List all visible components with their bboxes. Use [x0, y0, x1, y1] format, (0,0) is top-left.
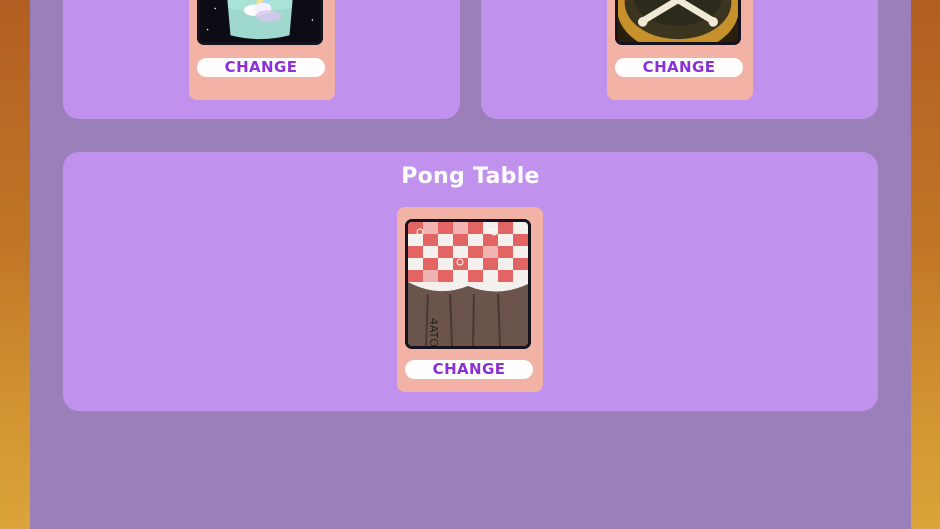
change-button[interactable]: CHANGE: [615, 58, 743, 77]
svg-text:4ATO: 4ATO: [427, 318, 440, 346]
change-button[interactable]: CHANGE: [405, 360, 533, 379]
customization-frame: CHANGE CHANGE Pong Table 4ATO CHANGE: [30, 0, 911, 529]
pong-table-panel: Pong Table 4ATO CHANGE: [63, 152, 878, 411]
cup-skin-card[interactable]: CHANGE: [189, 0, 335, 100]
pong-table-card[interactable]: 4ATO CHANGE: [397, 207, 543, 392]
panel-title: Pong Table: [401, 164, 540, 189]
rainbow-cup-icon: [197, 0, 323, 45]
cup-skin-panel: CHANGE: [63, 0, 460, 119]
ball-skin-card[interactable]: CHANGE: [607, 0, 753, 100]
checkered-tablecloth-icon: 4ATO: [405, 219, 531, 349]
ball-skin-panel: CHANGE: [481, 0, 878, 119]
change-button[interactable]: CHANGE: [197, 58, 325, 77]
skull-crossbones-ball-icon: [615, 0, 741, 45]
